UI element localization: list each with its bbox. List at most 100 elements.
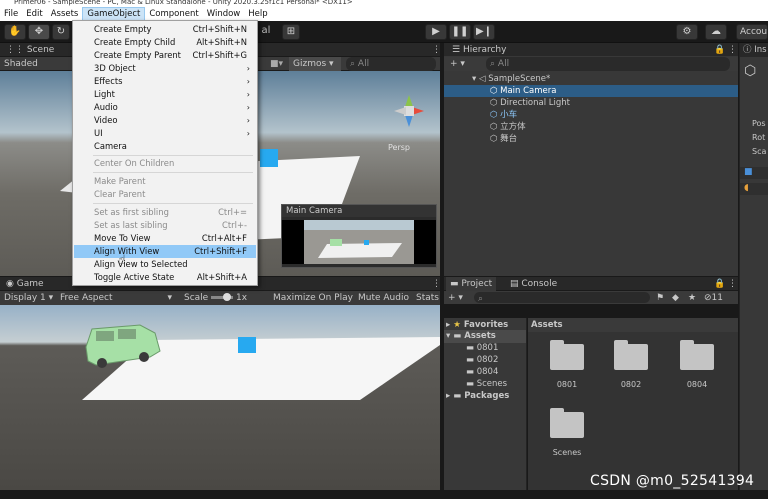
hidden-packages-icon[interactable]: ⊘11 xyxy=(700,291,727,305)
menu-item-create-empty-child[interactable]: Create Empty Child Alt+Shift+N xyxy=(74,36,256,49)
hierarchy-add-button[interactable]: + ▾ xyxy=(446,57,469,71)
menu-component[interactable]: Component xyxy=(145,7,202,21)
pause-button[interactable]: ❚❚ xyxy=(449,24,471,40)
menu-item-shortcut: Ctrl+Shift+N xyxy=(192,24,247,34)
menu-item-effects[interactable]: Effects › xyxy=(74,75,256,88)
mute-audio-toggle[interactable]: Mute Audio xyxy=(354,291,413,305)
menu-item-set-last-sibling[interactable]: Set as last sibling Ctrl+- xyxy=(74,219,256,232)
shading-mode-dropdown[interactable]: Shaded xyxy=(0,57,42,71)
project-toolbar: + ▾ ⌕ ⚑ ◆ ★ ⊘11 xyxy=(444,291,738,304)
folder-icon[interactable] xyxy=(680,340,714,370)
filter-type-icon[interactable]: ⚑ xyxy=(652,291,668,305)
camera-component-icon[interactable]: ■ xyxy=(740,167,768,179)
tab-hierarchy[interactable]: ☰ Hierarchy xyxy=(448,43,510,57)
grid-item-scenes[interactable]: Scenes xyxy=(542,448,592,457)
menu-item-align-with-view[interactable]: Align With View Ctrl+Shift+F xyxy=(74,245,256,258)
step-button[interactable]: ▶❙ xyxy=(473,24,495,40)
unity-scene-icon: ▾ ◁ xyxy=(472,74,489,84)
folder-icon: ▬ xyxy=(453,331,462,341)
hierarchy-search-input[interactable]: ⌕ All xyxy=(486,57,730,71)
grid-item-0804[interactable]: 0804 xyxy=(672,380,722,389)
hierarchy-item-cube[interactable]: ⬡ 立方体 xyxy=(444,121,526,133)
hierarchy-item-directional-light[interactable]: ⬡ Directional Light xyxy=(444,97,570,109)
project-menu-icon[interactable]: ⋮ xyxy=(724,277,741,291)
transform-scale-label: Sca xyxy=(752,147,767,156)
menu-item-video[interactable]: Video › xyxy=(74,114,256,127)
menu-item-camera[interactable]: Camera xyxy=(74,140,256,153)
grid-item-0802[interactable]: 0802 xyxy=(606,380,656,389)
menu-file[interactable]: File xyxy=(0,7,22,21)
menu-item-move-to-view[interactable]: Move To View Ctrl+Alt+F xyxy=(74,232,256,245)
menu-assets[interactable]: Assets xyxy=(47,7,83,21)
tab-project[interactable]: ▬ Project xyxy=(446,277,497,291)
project-search-input[interactable]: ⌕ xyxy=(474,292,650,304)
tab-scene[interactable]: ⋮⋮ Scene xyxy=(2,43,58,57)
menu-window[interactable]: Window xyxy=(203,7,245,21)
folder-icon: ▬ xyxy=(466,343,477,353)
move-tool-icon[interactable]: ✥ xyxy=(28,24,50,40)
menu-item-set-first-sibling[interactable]: Set as first sibling Ctrl+= xyxy=(74,206,256,219)
grid-snap-icon[interactable]: ⊞ xyxy=(282,24,300,40)
transform-rows: Pos Rot Sca xyxy=(740,117,768,159)
game-menu-icon[interactable]: ⋮ xyxy=(428,277,445,291)
favorite-star-icon[interactable]: ★ xyxy=(684,291,700,305)
scale-slider[interactable]: Scale 1x xyxy=(180,291,251,305)
hierarchy-item-label: 舞台 xyxy=(500,134,518,144)
hierarchy-item-stage[interactable]: ⬡ 舞台 xyxy=(444,133,517,145)
hierarchy-item-car[interactable]: ⬡ 小车 xyxy=(444,109,517,121)
scene-menu-icon[interactable]: ⋮ xyxy=(428,43,445,57)
scene-search-input[interactable]: ⌕ All xyxy=(346,57,436,71)
tree-folder-0804[interactable]: ▬ 0804 xyxy=(444,366,526,378)
watermark-text: CSDN @m0_52541394 xyxy=(590,473,755,489)
folder-icon[interactable] xyxy=(550,408,584,438)
persp-label[interactable]: Persp xyxy=(388,143,410,152)
hierarchy-item-main-camera[interactable]: ⬡ Main Camera xyxy=(444,85,738,97)
account-button[interactable]: Accou xyxy=(736,24,768,40)
gizmos-dropdown[interactable]: Gizmos ▾ xyxy=(289,57,341,71)
folder-icon[interactable] xyxy=(614,340,648,370)
tree-folder-0802[interactable]: ▬ 0802 xyxy=(444,354,526,366)
rotate-tool-icon[interactable]: ↻ xyxy=(52,24,70,40)
display-label: Display 1 xyxy=(4,293,46,303)
menu-help[interactable]: Help xyxy=(244,7,271,21)
tab-inspector[interactable]: ⓘ Ins xyxy=(740,43,768,57)
filter-label-icon[interactable]: ◆ xyxy=(668,291,683,305)
menu-item-make-parent[interactable]: Make Parent xyxy=(74,175,256,188)
display-dropdown[interactable]: Display 1 ▾ xyxy=(0,291,57,305)
cloud-icon[interactable]: ☁ xyxy=(705,24,727,40)
tab-console[interactable]: ▤ Console xyxy=(506,277,561,291)
menu-item-3d-object[interactable]: 3D Object › xyxy=(74,62,256,75)
hierarchy-scene-root[interactable]: ▾ ◁ SampleScene* xyxy=(444,73,550,85)
tree-folder-scenes[interactable]: ▬ Scenes xyxy=(444,378,526,390)
layout-partial-label: al xyxy=(261,25,271,36)
scene-gizmo[interactable] xyxy=(390,91,428,131)
menu-item-light[interactable]: Light › xyxy=(74,88,256,101)
scene-search-placeholder: All xyxy=(357,59,370,69)
menu-item-toggle-active-state[interactable]: Toggle Active State Alt+Shift+A xyxy=(74,271,256,284)
project-breadcrumb[interactable]: Assets xyxy=(528,318,738,332)
folder-icon[interactable] xyxy=(550,340,584,370)
grid-item-0801[interactable]: 0801 xyxy=(542,380,592,389)
play-button[interactable]: ▶ xyxy=(425,24,447,40)
tree-folder-0801[interactable]: ▬ 0801 xyxy=(444,342,526,354)
aspect-dropdown[interactable]: Free Aspect ▾ xyxy=(56,291,176,305)
menu-item-audio[interactable]: Audio › xyxy=(74,101,256,114)
menu-gameobject[interactable]: GameObject xyxy=(82,7,146,21)
menu-edit[interactable]: Edit xyxy=(22,7,46,21)
camera-mode-icon[interactable]: ■▾ xyxy=(266,57,287,71)
collab-icon[interactable]: ⚙ xyxy=(676,24,698,40)
menu-item-ui[interactable]: UI › xyxy=(74,127,256,140)
tree-packages[interactable]: ▸ ▬ Packages xyxy=(444,390,526,402)
menu-item-create-empty-parent[interactable]: Create Empty Parent Ctrl+Shift+G xyxy=(74,49,256,62)
hand-tool-icon[interactable]: ✋ xyxy=(4,24,26,40)
audio-listener-icon[interactable]: ◖ xyxy=(740,183,768,195)
menu-item-center-on-children[interactable]: Center On Children xyxy=(74,157,256,170)
project-add-button[interactable]: + ▾ xyxy=(444,291,467,305)
stats-toggle[interactable]: Stats xyxy=(412,291,443,305)
cube-object[interactable] xyxy=(260,149,278,167)
menu-item-align-view-to-selected[interactable]: Align View to Selected xyxy=(74,258,256,271)
menu-item-create-empty[interactable]: Create Empty Ctrl+Shift+N xyxy=(74,23,256,36)
menu-item-clear-parent[interactable]: Clear Parent xyxy=(74,188,256,201)
tab-game[interactable]: ◉ Game xyxy=(2,277,48,291)
maximize-on-play-toggle[interactable]: Maximize On Play xyxy=(269,291,357,305)
